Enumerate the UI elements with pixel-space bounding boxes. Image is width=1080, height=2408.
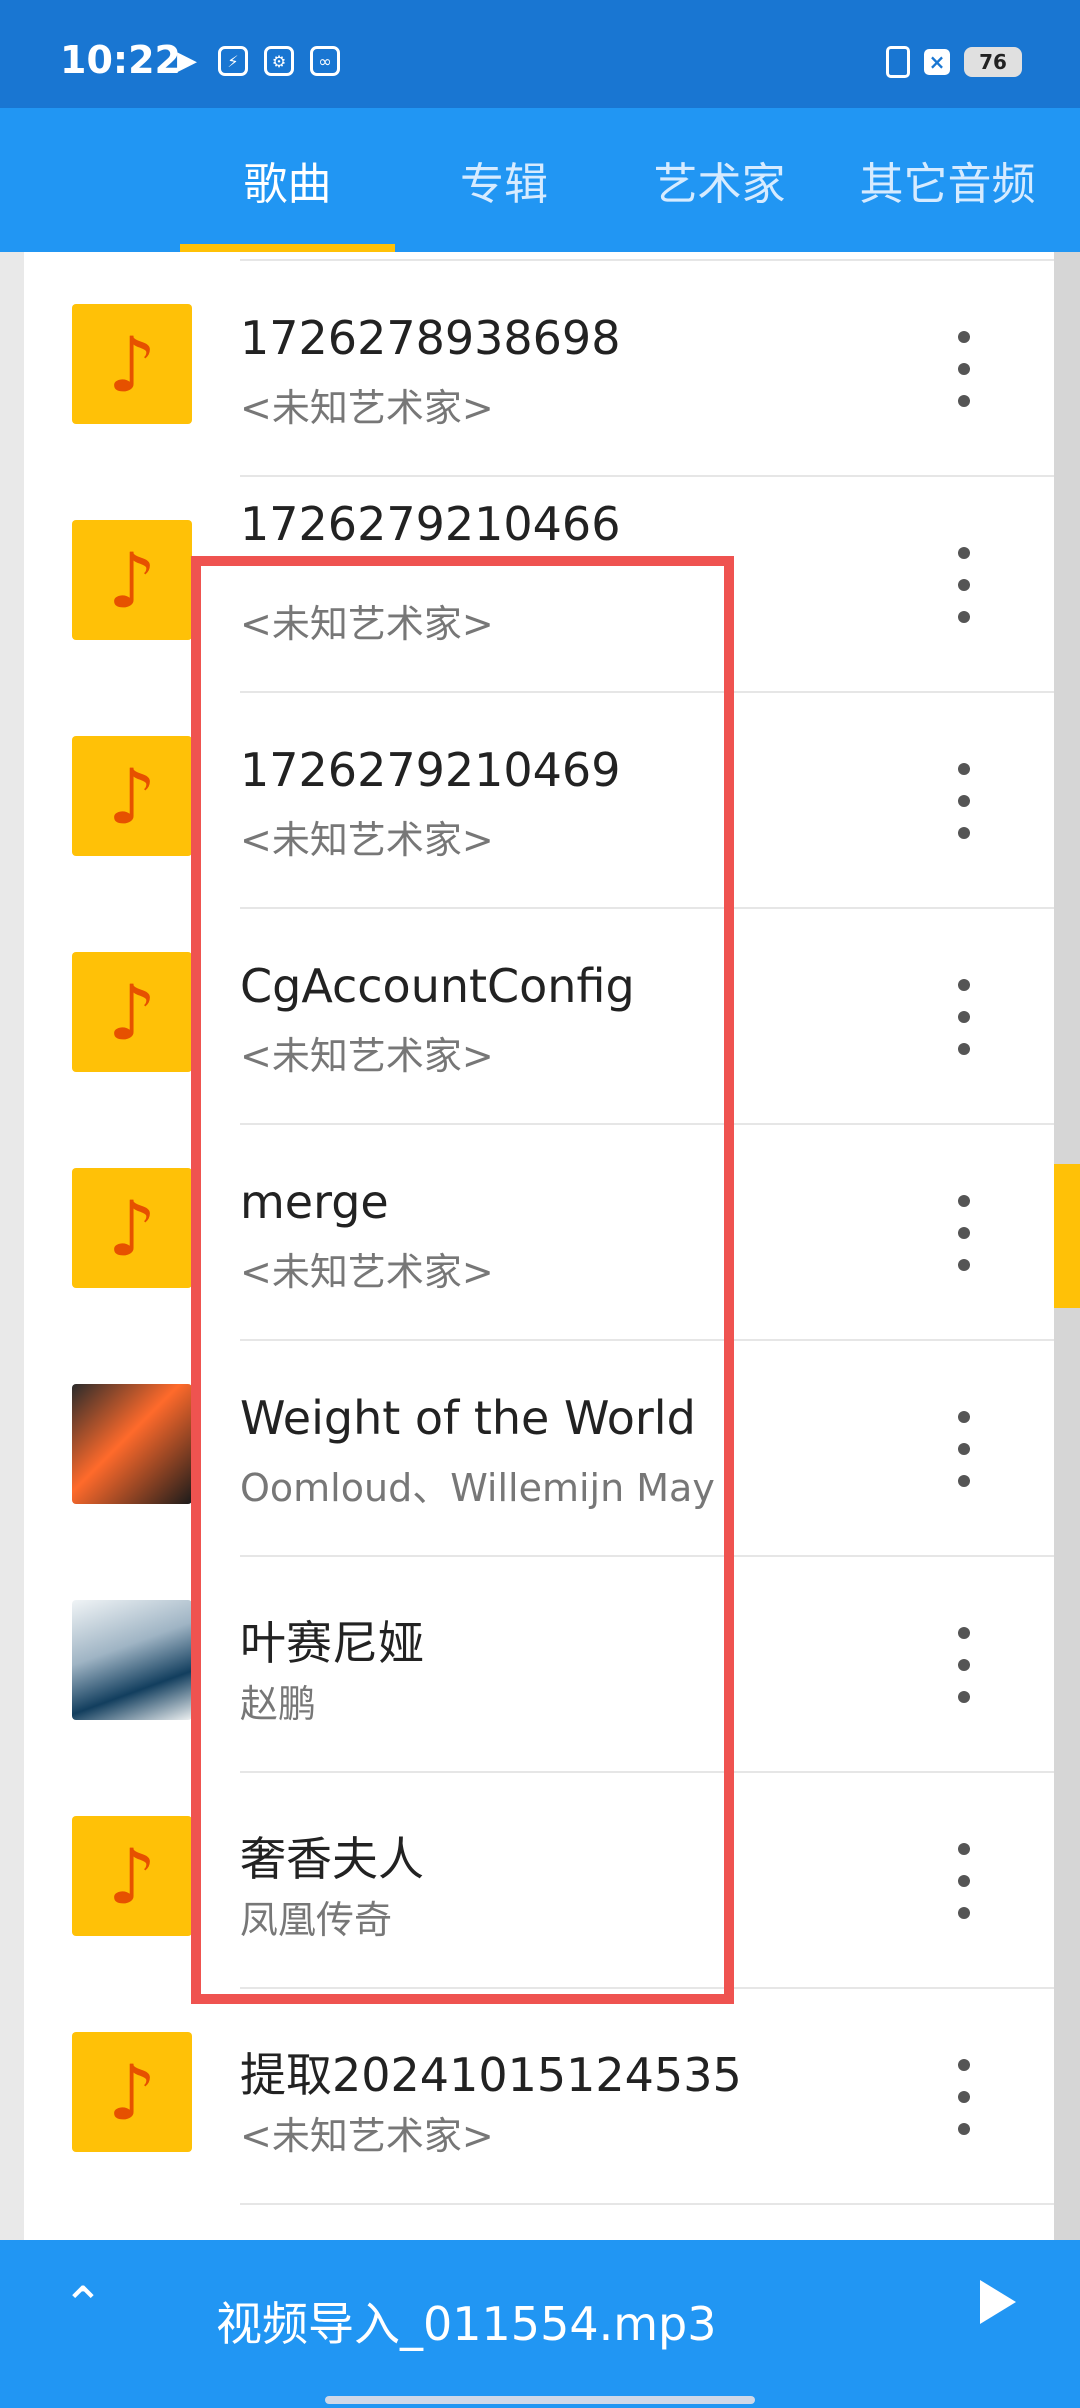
tab-songs[interactable]: 歌曲 [180,108,395,252]
list-item[interactable]: ♪ 奢香夫人 凤凰传奇 [24,1773,1054,1989]
music-note-icon: ♪ [72,2032,192,2152]
song-title: 1726279210469 [240,743,621,797]
list-item[interactable]: ♪ CgAccountConfig <未知艺术家> [24,909,1054,1125]
album-art-thumbnail [72,1384,192,1504]
more-options-icon[interactable] [944,1627,984,1703]
song-title: 提取20241015124535 [240,2048,742,2102]
music-note-icon: ♪ [72,1168,192,1288]
song-title: 1726278938698 [240,311,621,365]
list-item[interactable]: 叶赛尼娅 赵鹏 [24,1557,1054,1773]
song-artist: Oomloud、Willemijn May [240,1466,715,1510]
song-artist: <未知艺术家> [240,818,494,862]
album-art-thumbnail [72,1600,192,1720]
list-item[interactable]: ♪ 提取20241015124535 <未知艺术家> [24,1989,1054,2205]
song-artist: <未知艺术家> [240,602,494,646]
status-time: 10:22 [60,38,181,82]
list-item[interactable]: Weight of the World Oomloud、Willemijn Ma… [24,1341,1054,1557]
song-list: ♪ 1726278938698 <未知艺术家> ♪ 1726279210466 … [24,252,1054,2240]
music-note-icon: ♪ [72,304,192,424]
play-icon[interactable] [980,2280,1016,2324]
song-title: 1726279210466 [240,497,621,551]
song-artist: <未知艺术家> [240,2114,494,2158]
link-icon: ∞ [310,46,340,76]
more-options-icon[interactable] [944,331,984,407]
play-icon: ▶ [177,46,197,76]
song-title: Weight of the World [240,1391,696,1445]
status-icons-left: ▶ ⚡ ⚙ ∞ [172,46,340,76]
list-item[interactable]: ♪ 1726278938698 <未知艺术家> [24,261,1054,477]
song-artist: <未知艺术家> [240,386,494,430]
more-options-icon[interactable] [944,763,984,839]
list-item[interactable]: ♪ 1726279210469 <未知艺术家> [24,693,1054,909]
mini-player[interactable]: ⌃ 视频导入_011554.mp3 [0,2240,1080,2408]
settings-icon: ⚙ [264,46,294,76]
now-playing-title[interactable]: 视频导入_011554.mp3 [216,2288,717,2354]
music-note-icon: ♪ [72,736,192,856]
music-note-icon: ♪ [72,952,192,1072]
divider [240,2203,1054,2205]
vibrate-icon [886,46,910,78]
status-icons-right: × 76 [886,46,1022,78]
no-sim-icon: × [924,49,950,75]
more-options-icon[interactable] [944,1843,984,1919]
more-options-icon[interactable] [944,979,984,1055]
tab-indicator [180,244,395,252]
list-item[interactable]: ♪ 1726279210466 <未知艺术家> [24,477,1054,693]
chevron-up-icon[interactable]: ⌃ [62,2276,104,2334]
battery-icon: 76 [964,47,1022,77]
song-artist: <未知艺术家> [240,1034,494,1078]
music-note-icon: ♪ [72,520,192,640]
tab-bar: 歌曲 专辑 艺术家 其它音频 [0,108,1080,252]
song-artist: 赵鹏 [240,1682,317,1726]
song-title: 奢香夫人 [240,1832,424,1886]
song-title: CgAccountConfig [240,959,635,1013]
song-artist: 凤凰传奇 [240,1898,393,1942]
bolt-icon: ⚡ [218,46,248,76]
song-title: merge [240,1175,389,1229]
music-note-icon: ♪ [72,1816,192,1936]
home-indicator[interactable] [325,2396,755,2404]
song-title: 叶赛尼娅 [240,1616,424,1670]
tab-artists[interactable]: 艺术家 [612,108,827,252]
scrollbar-thumb[interactable] [1054,1164,1080,1308]
more-options-icon[interactable] [944,1411,984,1487]
tab-albums[interactable]: 专辑 [400,108,608,252]
status-bar: 10:22 ▶ ⚡ ⚙ ∞ × 76 [0,0,1080,108]
more-options-icon[interactable] [944,547,984,623]
list-item[interactable] [24,252,1054,261]
tab-other-audio[interactable]: 其它音频 [850,108,1045,252]
more-options-icon[interactable] [944,1195,984,1271]
more-options-icon[interactable] [944,2059,984,2135]
list-item[interactable]: ♪ merge <未知艺术家> [24,1125,1054,1341]
song-artist: <未知艺术家> [240,1250,494,1294]
